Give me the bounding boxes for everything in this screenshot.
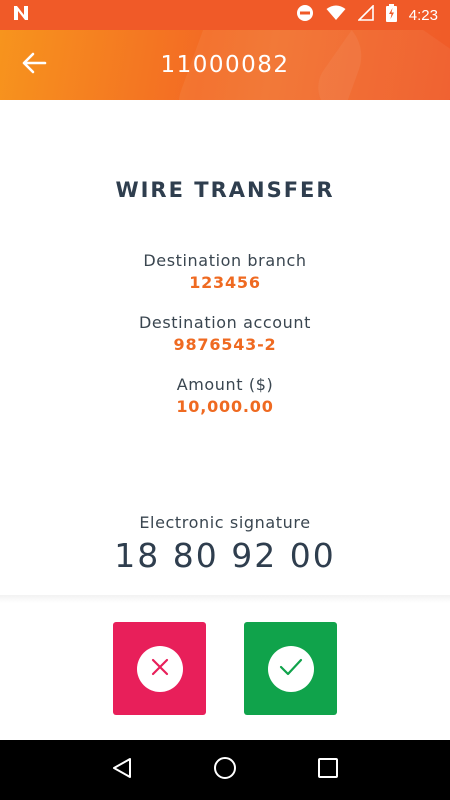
destination-account-value: 9876543-2: [173, 335, 277, 354]
transfer-heading: WIRE TRANSFER: [115, 178, 335, 202]
page-title: 11000082: [160, 52, 290, 78]
cancel-circle: [136, 645, 183, 692]
transfer-details: WIRE TRANSFER Destination branch 123456 …: [0, 100, 450, 595]
nav-recents-button[interactable]: [308, 750, 348, 790]
square-recents-icon: [317, 757, 339, 783]
destination-branch-value: 123456: [189, 273, 261, 292]
circle-home-icon: [213, 756, 237, 784]
notification-n-icon: [12, 5, 30, 25]
amount-label: Amount ($): [176, 375, 274, 394]
confirm-button[interactable]: [244, 622, 337, 715]
close-icon: [150, 657, 170, 681]
do-not-disturb-icon: [296, 4, 314, 26]
amount-value: 10,000.00: [176, 397, 274, 416]
status-bar: 4:23: [0, 0, 450, 30]
check-icon: [279, 657, 303, 681]
electronic-signature-value: 18 80 92 00: [114, 536, 336, 575]
back-button[interactable]: [14, 47, 54, 83]
arrow-left-icon: [21, 51, 47, 79]
nav-back-button[interactable]: [102, 750, 142, 790]
electronic-signature-label: Electronic signature: [139, 513, 311, 532]
confirm-circle: [267, 645, 314, 692]
navigation-bar: [0, 740, 450, 800]
app-bar: 11000082: [0, 30, 450, 100]
cancel-button[interactable]: [113, 622, 206, 715]
cellular-signal-icon: [356, 4, 374, 25]
battery-charging-icon: [385, 4, 397, 26]
destination-branch-label: Destination branch: [143, 251, 307, 270]
nav-home-button[interactable]: [205, 750, 245, 790]
divider: [0, 595, 450, 603]
destination-account-label: Destination account: [138, 313, 312, 332]
triangle-back-icon: [111, 757, 133, 783]
screen: 4:23 11000082 WIRE TRANSFER Destination …: [0, 0, 450, 800]
clock-time: 4:23: [408, 6, 438, 24]
wifi-icon: [326, 5, 346, 25]
